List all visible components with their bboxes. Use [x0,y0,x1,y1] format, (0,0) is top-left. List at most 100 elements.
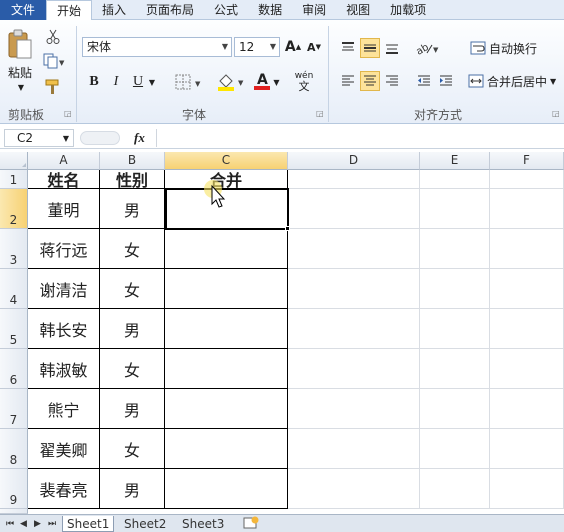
formula-bar-splitter[interactable] [80,131,120,145]
sheet-tab-sheet3[interactable]: Sheet3 [178,516,228,532]
insert-function-button[interactable]: fx [134,130,145,146]
row-header[interactable]: 4 [0,269,28,309]
tab-view[interactable]: 视图 [336,0,380,20]
format-painter-icon[interactable] [44,78,62,96]
table-cell[interactable] [420,269,490,309]
table-cell[interactable] [165,469,288,509]
underline-dropdown-icon[interactable]: ▼ [147,74,157,90]
table-cell[interactable] [165,269,288,309]
name-box[interactable]: C2 ▼ [4,129,74,147]
tab-formulas[interactable]: 公式 [204,0,248,20]
table-cell[interactable]: 蒋行远 [28,229,100,269]
shrink-font-icon[interactable]: A ▼ [305,37,323,57]
table-cell[interactable] [490,309,564,349]
table-cell[interactable]: 熊宁 [28,389,100,429]
table-cell[interactable] [288,429,420,469]
align-right-icon[interactable] [382,71,402,91]
table-cell[interactable] [420,229,490,269]
row-header[interactable]: 3 [0,229,28,269]
table-cell[interactable]: 姓名 [28,170,100,190]
row-header[interactable]: 8 [0,429,28,469]
table-cell[interactable] [490,469,564,509]
last-sheet-icon[interactable]: ⏭ [44,516,60,532]
row-header[interactable]: 6 [0,349,28,389]
increase-indent-icon[interactable] [436,71,456,91]
table-cell[interactable] [288,349,420,389]
bold-button[interactable]: B [86,72,102,92]
prev-sheet-icon[interactable]: ◀ [16,516,31,532]
table-cell[interactable] [420,469,490,509]
select-all-button[interactable] [0,152,28,170]
table-cell[interactable] [288,189,420,229]
table-cell[interactable]: 女 [100,229,165,269]
sheet-tab-sheet2[interactable]: Sheet2 [120,516,170,532]
table-cell[interactable]: 男 [100,469,165,509]
table-cell[interactable] [288,269,420,309]
table-cell[interactable]: 裴春亮 [28,469,100,509]
tab-data[interactable]: 数据 [248,0,292,20]
table-cell[interactable] [490,429,564,469]
tab-file[interactable]: 文件 [0,0,46,20]
table-cell[interactable] [420,309,490,349]
table-cell[interactable] [420,170,490,189]
table-cell[interactable] [288,309,420,349]
column-header-e[interactable]: E [420,152,490,170]
align-top-icon[interactable] [338,38,358,58]
align-bottom-icon[interactable] [382,38,402,58]
cut-icon[interactable] [44,28,62,46]
table-cell[interactable]: 男 [100,389,165,429]
paste-icon[interactable] [4,26,36,64]
sheet-tab-sheet1[interactable]: Sheet1 [62,516,115,532]
paste-dropdown-icon[interactable]: ▼ [16,82,26,92]
table-cell[interactable] [165,229,288,269]
table-cell[interactable] [490,170,564,189]
table-cell[interactable] [420,429,490,469]
row-header[interactable]: 9 [0,469,28,509]
insert-sheet-icon[interactable] [238,516,264,532]
table-cell[interactable]: 女 [100,349,165,389]
copy-icon[interactable]: ▼ [42,52,66,70]
font-size-select[interactable]: 12 ▼ [234,37,280,57]
row-header[interactable]: 1 [0,170,28,189]
table-cell[interactable]: 董明 [28,189,100,229]
table-cell[interactable]: 男 [100,309,165,349]
column-header-f[interactable]: F [490,152,564,170]
table-cell[interactable] [165,349,288,389]
font-name-select[interactable]: 宋体 ▼ [82,37,232,57]
table-cell[interactable] [288,229,420,269]
paste-button[interactable]: 粘贴 [4,64,36,80]
table-cell[interactable]: 翟美卿 [28,429,100,469]
table-cell[interactable]: 性别 [100,170,165,190]
table-cell[interactable]: 男 [100,189,165,229]
table-cell[interactable] [490,269,564,309]
merge-center-button[interactable]: 合并后居中 ▼ [468,71,560,91]
table-cell[interactable]: 女 [100,429,165,469]
font-launcher-icon[interactable]: ◲ [316,109,324,118]
wrap-text-button[interactable]: 自动换行 [470,38,542,58]
table-cell[interactable] [490,229,564,269]
fill-color-icon[interactable]: ▼ [216,72,248,92]
clipboard-launcher-icon[interactable]: ◲ [64,109,72,118]
phonetic-guide-button[interactable]: wén 文 [292,70,316,94]
underline-button[interactable]: U [130,72,146,92]
table-cell[interactable] [490,389,564,429]
italic-button[interactable]: I [108,72,124,92]
tab-addins[interactable]: 加载项 [380,0,436,20]
table-cell[interactable]: 韩长安 [28,309,100,349]
tab-page-layout[interactable]: 页面布局 [136,0,204,20]
tab-home[interactable]: 开始 [46,0,93,21]
row-header[interactable]: 2 [0,189,28,229]
row-header[interactable]: 5 [0,309,28,349]
table-cell[interactable] [165,429,288,469]
table-cell[interactable] [420,389,490,429]
table-cell[interactable] [288,170,420,189]
grow-font-icon[interactable]: A ▲ [284,37,302,57]
orientation-icon[interactable]: ab ▼ [414,38,442,58]
table-cell[interactable] [490,349,564,389]
formula-input[interactable] [156,129,560,147]
table-cell[interactable] [420,349,490,389]
align-middle-icon[interactable] [360,38,380,58]
align-center-icon[interactable] [360,71,380,91]
decrease-indent-icon[interactable] [414,71,434,91]
table-cell[interactable] [420,189,490,229]
